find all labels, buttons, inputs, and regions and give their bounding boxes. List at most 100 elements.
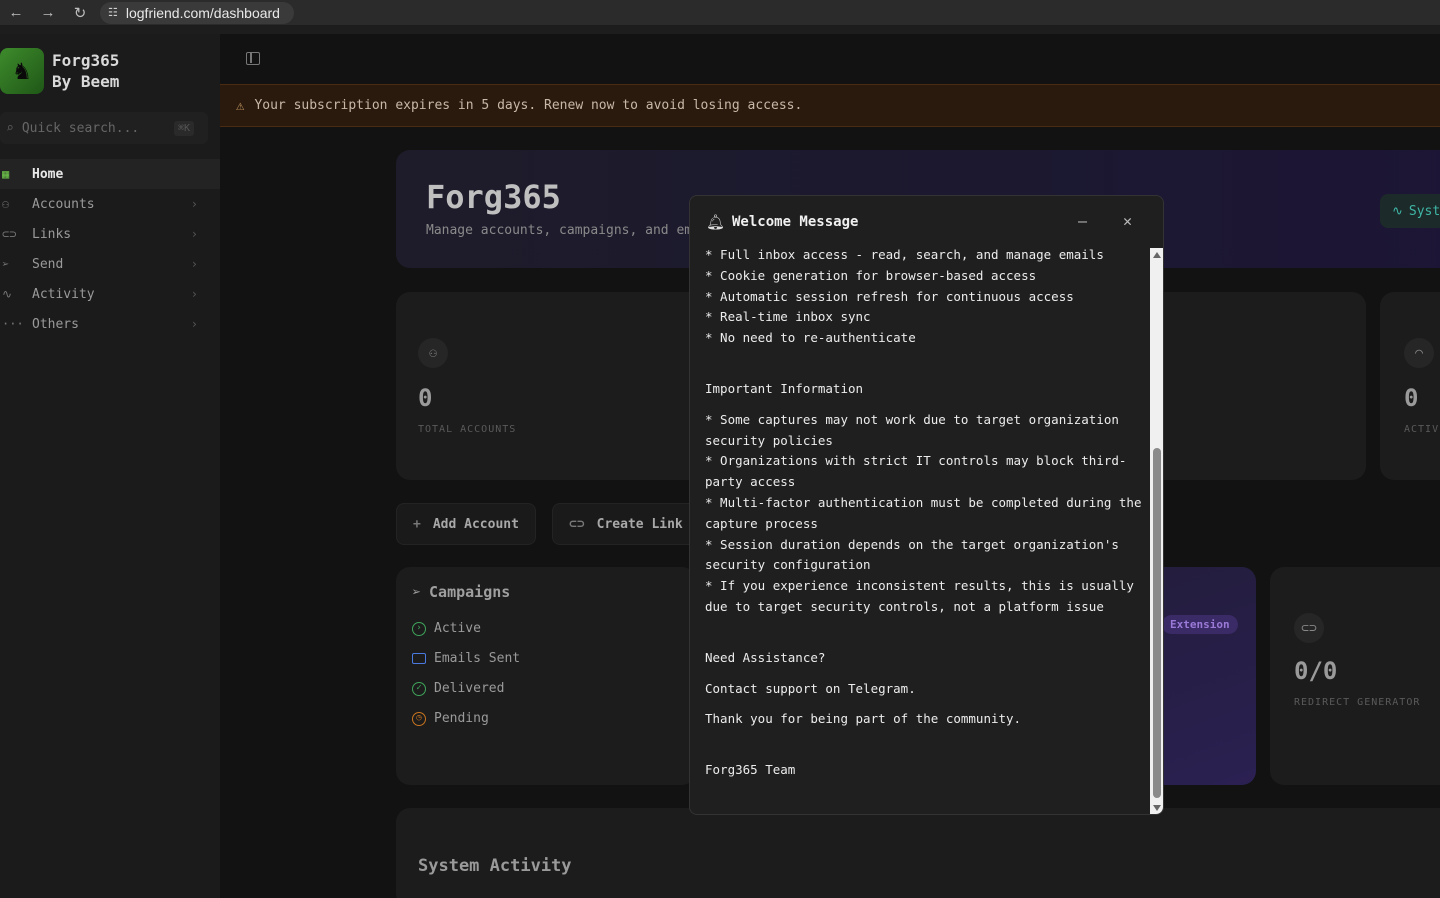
campaigns-heading: ➢ Campaigns xyxy=(412,583,510,601)
sidebar-item-label: Others xyxy=(32,316,79,332)
total-accounts-card: ⚇ 0 TOTAL ACCOUNTS xyxy=(396,292,716,480)
add-account-button[interactable]: + Add Account xyxy=(396,503,536,545)
sidebar-item-accounts[interactable]: ⚇ Accounts › xyxy=(0,189,220,219)
feature-line: * Cookie generation for browser-based ac… xyxy=(705,267,1037,283)
grid-icon: ▦ xyxy=(2,167,10,181)
system-activity-title: System Activity xyxy=(418,856,572,876)
check-circle-icon: ✓ xyxy=(412,681,426,696)
sidebar-item-send[interactable]: ➢ Send › xyxy=(0,249,220,279)
scrollbar-thumb[interactable] xyxy=(1153,448,1161,798)
scroll-down-icon[interactable] xyxy=(1153,805,1161,811)
send-icon: ➢ xyxy=(2,257,10,271)
campaign-stat-label: Delivered xyxy=(434,681,505,696)
forward-icon[interactable]: → xyxy=(32,4,64,21)
close-icon[interactable]: ✕ xyxy=(1123,212,1132,230)
signature-line: Forg365 Team xyxy=(705,762,796,778)
feature-line: * Real-time inbox sync xyxy=(705,309,871,325)
modal-scrollbar[interactable] xyxy=(1150,248,1163,814)
plus-icon: + xyxy=(413,516,421,532)
bell-icon: 🔔︎ xyxy=(706,213,726,231)
link-icon: ⊂⊃ xyxy=(569,516,585,532)
sidebar-item-label: Links xyxy=(32,226,72,242)
total-accounts-label: TOTAL ACCOUNTS xyxy=(418,424,517,435)
redirect-generator-card: ⊂⊃ 0/0 REDIRECT GENERATOR xyxy=(1270,567,1440,785)
active-value: 0 xyxy=(1404,384,1419,412)
system-status-button[interactable]: ∿ Syst xyxy=(1380,194,1440,228)
quick-search[interactable]: ⌕ Quick search... ⌘K xyxy=(0,112,208,144)
site-settings-icon[interactable]: ☷ xyxy=(108,6,118,19)
search-shortcut: ⌘K xyxy=(173,120,194,136)
send-icon: ➢ xyxy=(412,583,422,601)
chevron-right-icon: › xyxy=(190,317,198,331)
activity-icon: ∿ xyxy=(1392,203,1403,219)
search-icon: ⌕ xyxy=(6,120,14,136)
chevron-right-icon: › xyxy=(190,257,198,271)
middle-stat-card xyxy=(1140,292,1366,480)
sidebar-item-links[interactable]: ⊂⊃ Links › xyxy=(0,219,220,249)
add-account-label: Add Account xyxy=(432,516,519,532)
search-placeholder: Quick search... xyxy=(21,120,140,136)
sidebar-item-label: Activity xyxy=(32,286,95,302)
chevron-right-icon: › xyxy=(190,197,198,211)
mail-icon xyxy=(412,653,426,664)
wifi-icon: ◠ xyxy=(1404,338,1434,368)
sidebar-item-home[interactable]: ▦ Home xyxy=(0,159,220,189)
feature-line: * No need to re-authenticate xyxy=(705,330,916,346)
feature-line: * Full inbox access - read, search, and … xyxy=(705,247,1104,262)
sidebar: ♞ Forg365 By Beem ⌕ Quick search... ⌘K ▦… xyxy=(0,34,220,898)
users-icon: ⚇ xyxy=(2,197,10,211)
sidebar-item-label: Home xyxy=(32,166,64,182)
clock-icon: ◷ xyxy=(412,711,426,726)
sidebar-item-others[interactable]: ··· Others › xyxy=(0,309,220,339)
section-heading: Need Assistance? xyxy=(705,649,826,665)
minimize-icon[interactable]: – xyxy=(1078,212,1087,230)
campaign-stat-emails-sent: Emails Sent xyxy=(412,651,520,666)
more-icon: ··· xyxy=(2,317,24,331)
campaigns-title: Campaigns xyxy=(429,583,511,601)
create-link-label: Create Link xyxy=(596,516,683,532)
sidebar-nav: ▦ Home ⚇ Accounts › ⊂⊃ Links › ➢ Send › … xyxy=(0,159,220,339)
info-line: * If you experience inconsistent results… xyxy=(705,578,1142,614)
chevron-right-icon: › xyxy=(190,287,198,301)
scroll-up-icon[interactable] xyxy=(1153,252,1161,258)
browser-divider xyxy=(0,25,1440,34)
brand-name: Forg365 xyxy=(52,51,120,70)
extension-badge: Extension xyxy=(1162,615,1238,634)
chevron-right-icon: › xyxy=(190,227,198,241)
brand-sub: By Beem xyxy=(52,72,120,91)
sidebar-item-activity[interactable]: ∿ Activity › xyxy=(0,279,220,309)
campaign-stat-pending: ◷ Pending xyxy=(412,711,489,726)
frog-logo-icon: ♞ xyxy=(0,48,44,94)
campaigns-card: ➢ Campaigns › Active Emails Sent ✓ Deliv… xyxy=(396,567,696,785)
link-icon: ⊂⊃ xyxy=(1294,613,1324,643)
address-bar[interactable]: ☷ logfriend.com/dashboard xyxy=(100,1,294,24)
modal-body: * Full inbox access - read, search, and … xyxy=(705,245,1145,810)
campaign-stat-active: › Active xyxy=(412,621,481,636)
create-link-button[interactable]: ⊂⊃ Create Link xyxy=(552,503,700,545)
back-icon[interactable]: ← xyxy=(0,4,32,21)
active-label: ACTIV xyxy=(1404,424,1440,435)
campaign-stat-label: Pending xyxy=(434,711,489,726)
play-circle-icon: › xyxy=(412,621,426,636)
brand-block[interactable]: ♞ Forg365 By Beem xyxy=(0,48,119,94)
section-heading: Important Information xyxy=(705,380,864,396)
redirect-value: 0/0 xyxy=(1294,657,1338,685)
reload-icon[interactable]: ↻ xyxy=(64,4,96,22)
info-line: * Some captures may not work due to targ… xyxy=(705,411,1127,448)
total-accounts-value: 0 xyxy=(418,384,433,412)
page-title: Forg365 xyxy=(426,178,561,216)
sidebar-toggle-icon[interactable] xyxy=(246,52,260,65)
link-icon: ⊂⊃ xyxy=(2,227,17,241)
sidebar-item-label: Accounts xyxy=(32,196,95,212)
warning-icon: ⚠ xyxy=(236,97,245,114)
campaign-stat-delivered: ✓ Delivered xyxy=(412,681,504,696)
page-subtitle: Manage accounts, campaigns, and em xyxy=(426,223,693,238)
welcome-modal: 🔔︎ Welcome Message – ✕ * Full inbox acce… xyxy=(689,195,1164,815)
feature-line: * Automatic session refresh for continuo… xyxy=(705,288,1074,304)
info-line: * Organizations with strict IT controls … xyxy=(705,453,1127,490)
info-line: * Session duration depends on the target… xyxy=(705,536,1127,573)
banner-text: Your subscription expires in 5 days. Ren… xyxy=(254,98,803,113)
redirect-label: REDIRECT GENERATOR xyxy=(1294,697,1421,708)
activity-icon: ∿ xyxy=(2,287,13,301)
info-line: * Multi-factor authentication must be co… xyxy=(705,494,1142,531)
